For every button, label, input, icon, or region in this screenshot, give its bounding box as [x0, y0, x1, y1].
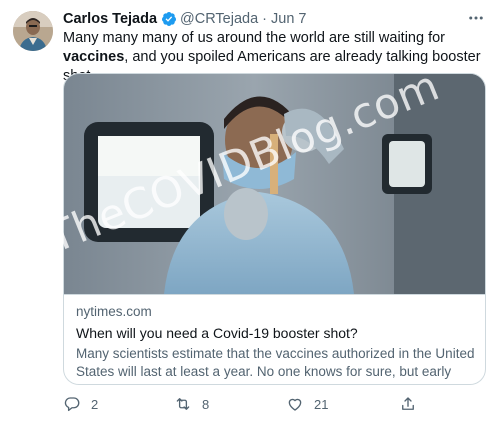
card-title: When will you need a Covid-19 booster sh… [76, 325, 358, 341]
tweet[interactable]: Carlos Tejada @CRTejada · Jun 7 Many man… [0, 0, 500, 421]
retweet-count: 8 [202, 396, 210, 412]
card-image[interactable] [64, 74, 485, 294]
tweet-text-part: Many many many of us around the world ar… [63, 30, 446, 46]
share-icon [402, 397, 414, 410]
reply-button[interactable]: 2 [63, 393, 98, 415]
share-button[interactable] [399, 393, 417, 415]
tweet-actions: 2 8 21 [63, 393, 443, 415]
reply-icon [64, 397, 80, 412]
retweet-icon [176, 398, 190, 410]
verified-badge-icon [161, 11, 177, 27]
retweet-button[interactable]: 8 [174, 393, 209, 415]
author-handle[interactable]: @CRTejada [180, 10, 258, 28]
tweet-date[interactable]: Jun 7 [271, 10, 306, 28]
like-count: 21 [314, 396, 329, 412]
reply-count: 2 [91, 396, 99, 412]
tweet-header: Carlos Tejada @CRTejada · Jun 7 [63, 10, 307, 28]
card-domain: nytimes.com [76, 304, 152, 319]
avatar[interactable] [13, 11, 53, 51]
card-description: Many scientists estimate that the vaccin… [76, 346, 475, 384]
author-name[interactable]: Carlos Tejada [63, 10, 157, 28]
card-info[interactable]: nytimes.com When will you need a Covid-1… [64, 294, 485, 384]
like-icon [288, 398, 302, 411]
more-icon[interactable] [464, 6, 488, 30]
like-button[interactable]: 21 [286, 393, 328, 415]
tweet-text-bold: vaccines [63, 49, 125, 65]
separator-dot: · [262, 11, 268, 27]
link-card[interactable]: nytimes.com When will you need a Covid-1… [63, 73, 486, 385]
